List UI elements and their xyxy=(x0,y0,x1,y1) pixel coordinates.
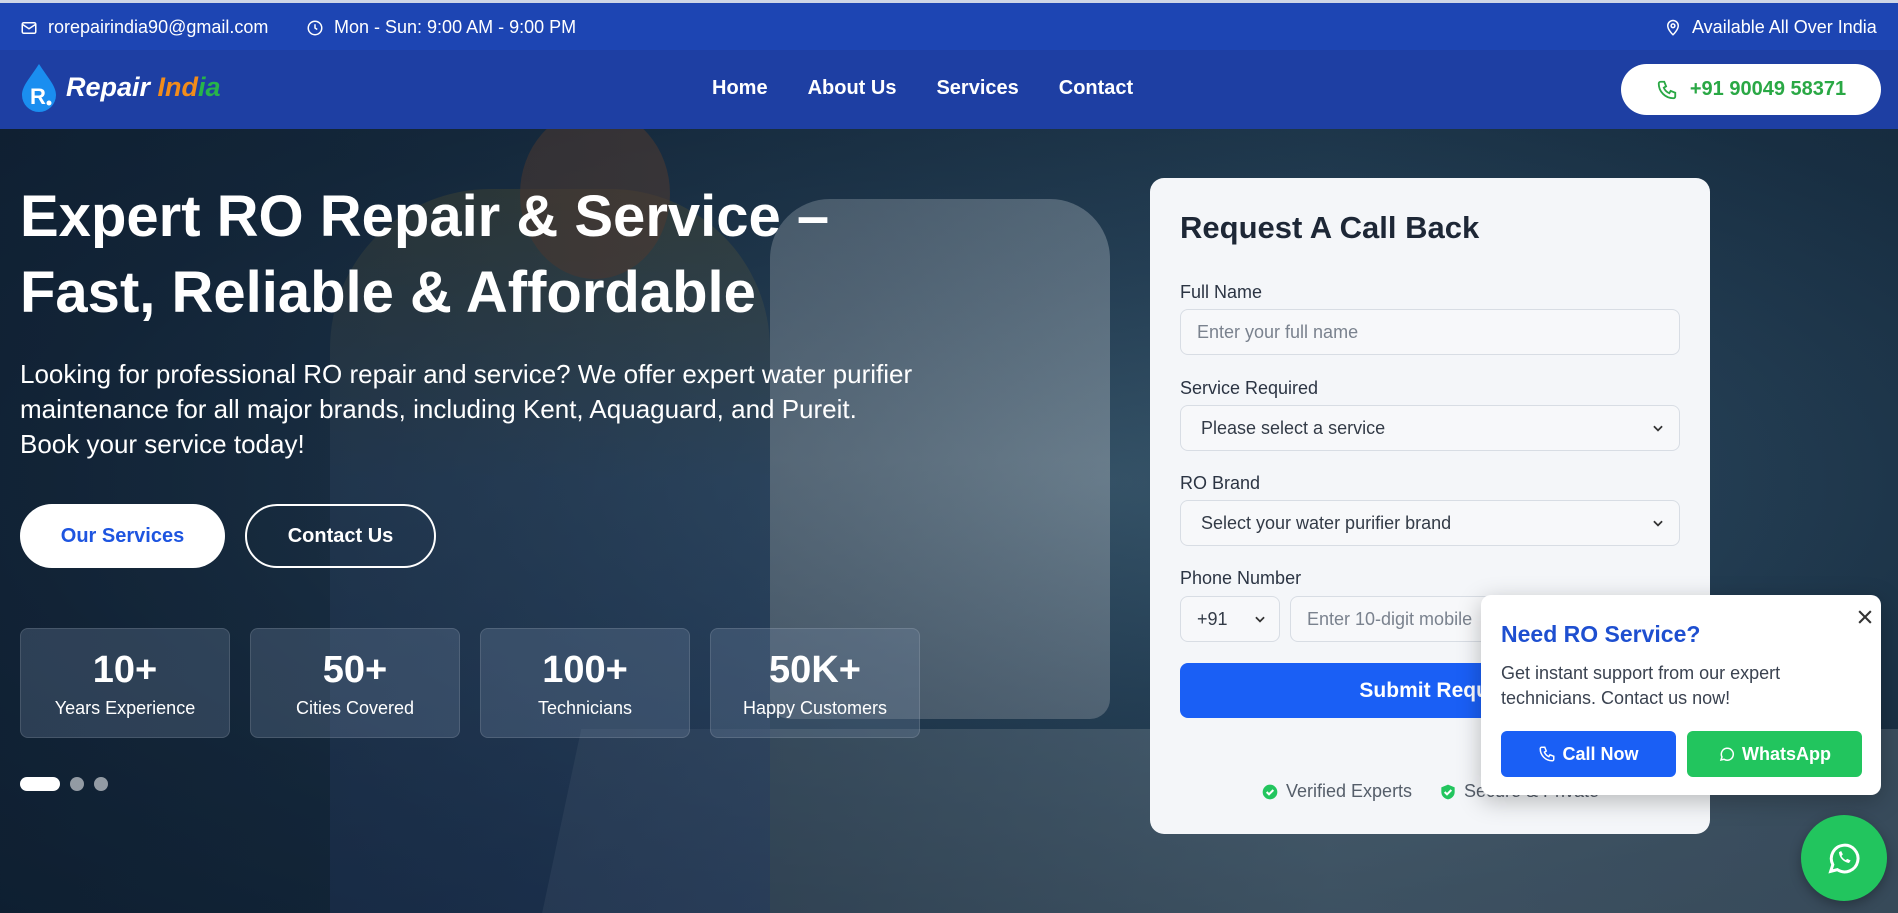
chevron-down-icon xyxy=(1653,425,1663,432)
contact-us-button[interactable]: Contact Us xyxy=(245,504,436,568)
service-select-value: Please select a service xyxy=(1201,417,1386,438)
service-select[interactable]: Please select a service xyxy=(1180,405,1680,451)
nav-services[interactable]: Services xyxy=(936,77,1018,100)
check-circle-icon xyxy=(1262,784,1278,799)
phone-number: +91 90049 58371 xyxy=(1689,78,1847,100)
chevron-down-icon xyxy=(1653,520,1663,527)
country-code-select[interactable]: +91 xyxy=(1180,596,1280,642)
popup-whatsapp-label: WhatsApp xyxy=(1742,743,1831,764)
country-code-value: +91 xyxy=(1197,608,1228,629)
whatsapp-icon xyxy=(1719,747,1735,762)
stat-card: 100+ Technicians xyxy=(480,628,690,738)
carousel-indicators xyxy=(20,777,108,791)
hero-title: Expert RO Repair & Service – Fast, Relia… xyxy=(20,184,830,325)
stat-label: Cities Covered xyxy=(295,698,415,718)
full-name-label: Full Name xyxy=(1180,282,1263,302)
floating-whatsapp-button[interactable] xyxy=(1801,815,1887,901)
email-text: rorepairindia90@gmail.com xyxy=(48,17,269,37)
service-popup: Need RO Service? Get instant support fro… xyxy=(1481,595,1881,795)
stat-label: Technicians xyxy=(537,698,633,718)
mail-icon xyxy=(21,21,37,34)
stat-number: 50+ xyxy=(322,649,388,691)
phone-icon xyxy=(1539,746,1555,762)
stat-card: 50K+ Happy Customers xyxy=(710,628,920,738)
our-services-button[interactable]: Our Services xyxy=(20,504,225,568)
coverage-info: Available All Over India xyxy=(1664,17,1877,38)
nav-about[interactable]: About Us xyxy=(808,77,897,100)
stat-number: 50K+ xyxy=(769,649,861,691)
brand-label: RO Brand xyxy=(1180,473,1261,493)
hours-text: Mon - Sun: 9:00 AM - 9:00 PM xyxy=(334,17,577,37)
shield-check-icon xyxy=(1441,784,1455,799)
nav-links: Home About Us Services Contact xyxy=(712,77,1133,100)
chevron-down-icon xyxy=(1255,616,1265,623)
logo-part3: ia xyxy=(198,71,221,102)
phone-icon xyxy=(1657,80,1677,99)
svg-text:R: R xyxy=(30,84,46,109)
form-title: Request A Call Back xyxy=(1180,210,1480,245)
full-name-input[interactable]: Enter your full name xyxy=(1180,309,1680,355)
logo-part1: Repair xyxy=(66,71,158,102)
close-icon[interactable] xyxy=(1855,607,1875,627)
popup-whatsapp-button[interactable]: WhatsApp xyxy=(1687,731,1862,777)
main-navbar: R Repair India Home About Us Services Co… xyxy=(0,50,1898,129)
coverage-text: Available All Over India xyxy=(1692,17,1877,37)
popup-call-label: Call Now xyxy=(1562,743,1639,764)
stat-number: 10+ xyxy=(92,649,158,691)
hours-info: Mon - Sun: 9:00 AM - 9:00 PM xyxy=(306,17,576,38)
carousel-dot-2[interactable] xyxy=(70,777,84,791)
nav-contact[interactable]: Contact xyxy=(1059,77,1133,100)
whatsapp-icon xyxy=(1828,843,1860,874)
popup-call-button[interactable]: Call Now xyxy=(1501,731,1676,777)
carousel-dot-1[interactable] xyxy=(20,777,60,791)
stat-card: 10+ Years Experience xyxy=(20,628,230,738)
service-label: Service Required xyxy=(1180,378,1319,398)
nav-home[interactable]: Home xyxy=(712,77,768,100)
water-drop-logo-icon: R xyxy=(20,62,58,112)
clock-icon xyxy=(307,20,323,35)
trust-verified-text: Verified Experts xyxy=(1286,781,1413,801)
stat-card: 50+ Cities Covered xyxy=(250,628,460,738)
trust-badge-verified: Verified Experts xyxy=(1262,781,1412,802)
logo-part2: Ind xyxy=(157,71,199,102)
logo-wordmark: Repair India xyxy=(66,72,221,103)
brand-select[interactable]: Select your water purifier brand xyxy=(1180,500,1680,546)
stat-number: 100+ xyxy=(542,649,628,691)
carousel-dot-3[interactable] xyxy=(94,777,108,791)
popup-description: Get instant support from our expert tech… xyxy=(1501,663,1781,708)
phone-call-button[interactable]: +91 90049 58371 xyxy=(1621,64,1881,115)
site-logo[interactable]: R Repair India xyxy=(20,62,221,112)
phone-label: Phone Number xyxy=(1180,568,1302,588)
hero-lead: Looking for professional RO repair and s… xyxy=(20,359,913,459)
popup-title: Need RO Service? xyxy=(1501,621,1701,647)
top-info-bar: rorepairindia90@gmail.com Mon - Sun: 9:0… xyxy=(0,0,1898,50)
stat-label: Happy Customers xyxy=(742,698,888,718)
brand-select-value: Select your water purifier brand xyxy=(1201,512,1452,533)
location-pin-icon xyxy=(1666,19,1680,36)
stat-label: Years Experience xyxy=(54,698,196,718)
email-info[interactable]: rorepairindia90@gmail.com xyxy=(20,17,268,38)
